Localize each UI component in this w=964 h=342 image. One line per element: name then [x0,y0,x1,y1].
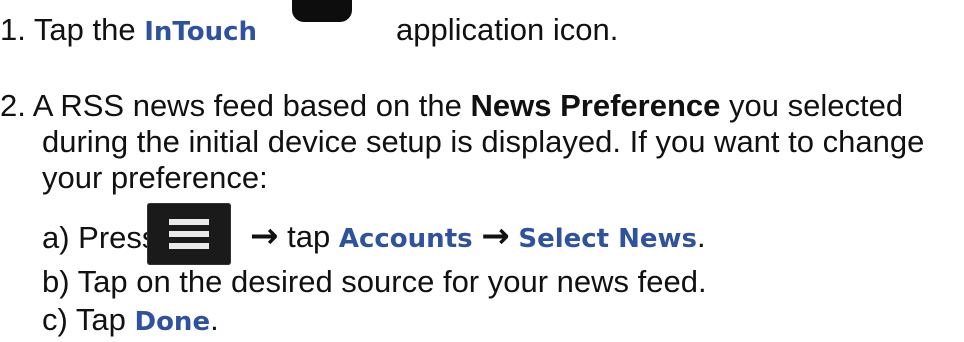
substep-c-prefix: c) Tap [42,302,126,337]
intouch-app-icon [280,0,364,28]
step-2-line-1: 2. A RSS news feed based on the News Pre… [0,88,903,124]
step-2-number: 2. [0,88,26,123]
select-news-label: Select News [518,224,698,254]
arrow-icon: → [481,216,510,256]
substep-a-prefix: a) Press [42,220,158,255]
step-1-number: 1. [0,12,26,47]
substep-a-rest: → tap Accounts → Select News. [250,218,706,257]
step-2-line-2: during the initial device setup is displ… [42,124,925,159]
step-2-line-3: your preference: [42,160,268,195]
step-2-text-b: you selected [729,88,904,123]
intouch-label: InTouch [144,17,258,47]
news-preference-label: News Preference [470,88,721,123]
tap-text: tap [287,219,331,254]
period: . [210,302,219,337]
menu-icon [147,203,231,265]
substep-c: c) Tap Done. [42,302,219,340]
accounts-label: Accounts [338,224,473,254]
step-1-suffix: application icon. [396,12,619,47]
step-1: 1. Tap the InTouch [0,12,257,50]
step-1-text: Tap the [33,12,136,47]
done-label: Done [134,307,211,337]
period: . [697,219,706,254]
substep-b: b) Tap on the desired source for your ne… [42,264,707,299]
step-2-text-a: A RSS news feed based on the [32,88,462,123]
arrow-icon: → [250,216,279,256]
